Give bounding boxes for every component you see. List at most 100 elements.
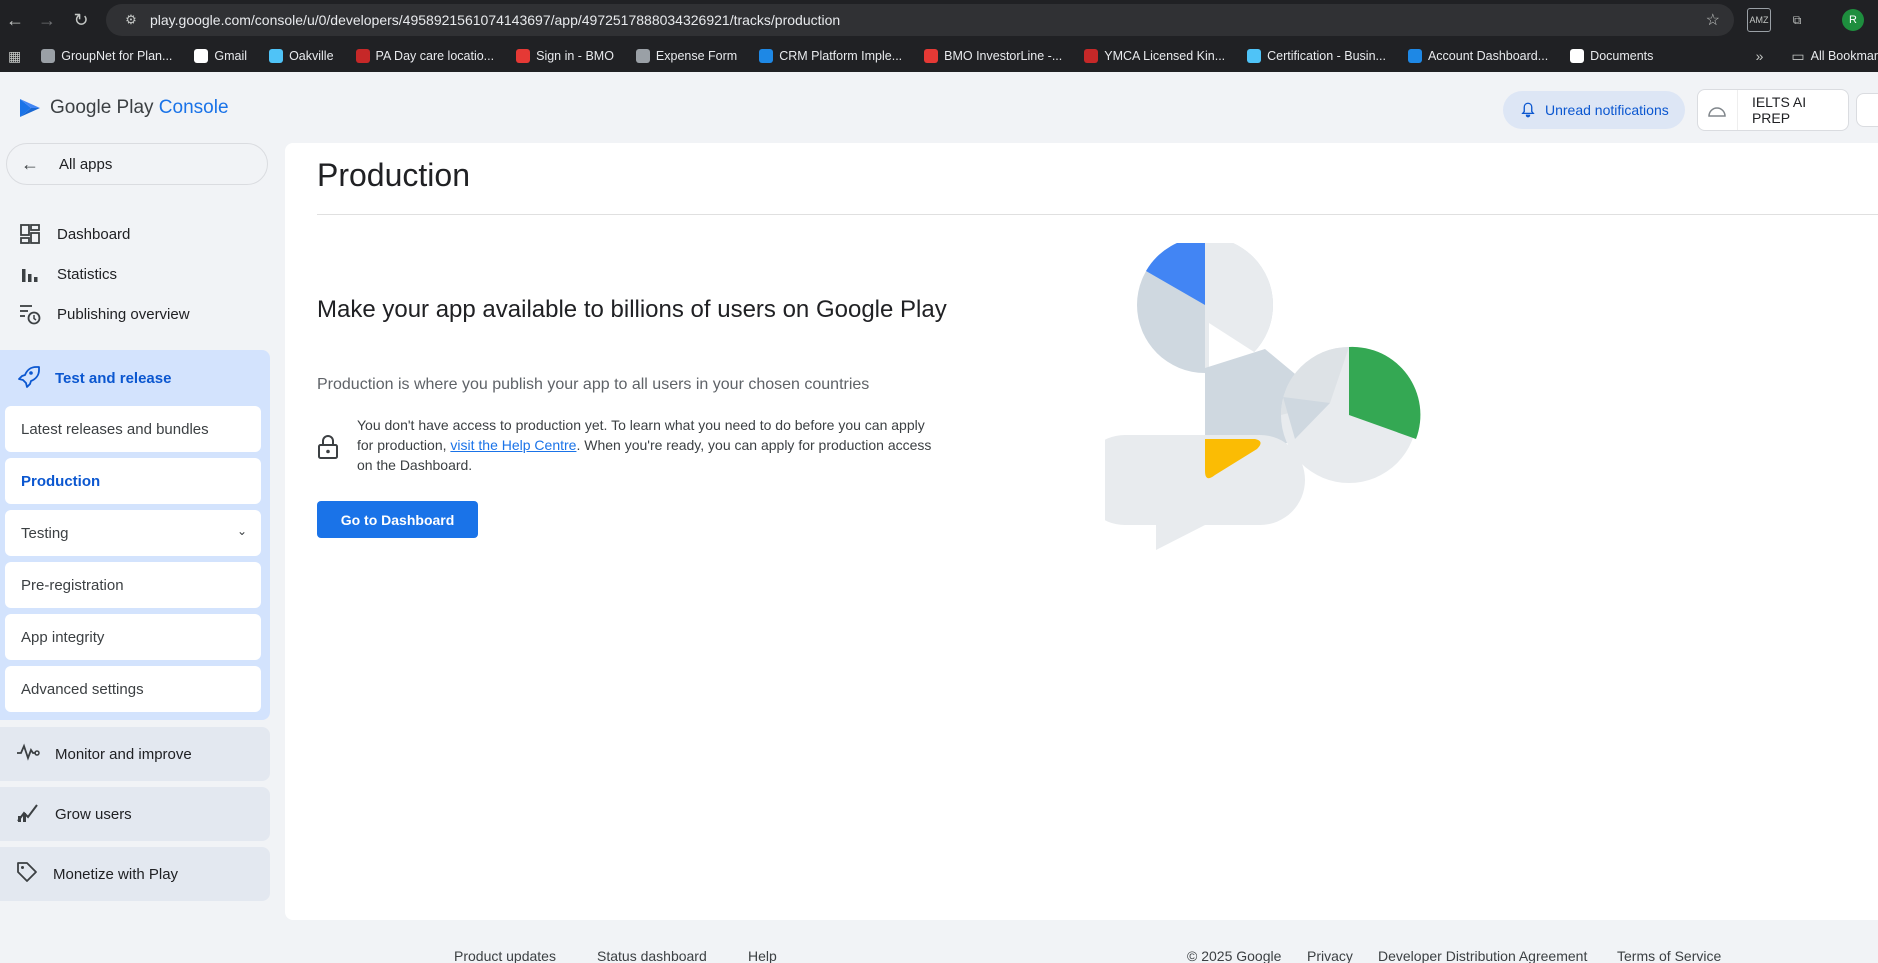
bookmark-item[interactable]: BMO InvestorLine -... [924, 49, 1062, 63]
bookmarks-bar: ▦ GroupNet for Plan... Gmail Oakville PA Da… [0, 40, 1878, 72]
bookmark-item[interactable]: CRM Platform Imple... [759, 49, 902, 63]
bookmark-label: YMCA Licensed Kin... [1104, 49, 1226, 63]
extensions-icon[interactable]: ⧉ [1785, 8, 1809, 32]
console-header: Google Play Console Unread notifications… [0, 72, 1878, 144]
sidebar-item-monetize-with-play[interactable]: Monetize with Play [0, 847, 270, 901]
bookmark-label: CRM Platform Imple... [779, 49, 903, 63]
footer-terms-of-service[interactable]: Terms of Service [1617, 948, 1721, 963]
help-centre-link[interactable]: visit the Help Centre [450, 437, 576, 453]
bookmark-favicon-icon [41, 49, 56, 63]
sidebar-item-advanced-settings[interactable]: Advanced settings [5, 666, 261, 712]
bookmark-favicon-icon [759, 49, 774, 63]
bookmark-label: Expense Form [655, 49, 738, 63]
sidebar-item-grow-users[interactable]: Grow users [0, 787, 270, 841]
play-console-logo-icon [20, 99, 40, 117]
bookmark-label: PA Day care locatio... [375, 49, 495, 63]
bell-icon [1521, 102, 1535, 118]
sidebar-item-statistics[interactable]: Statistics [0, 254, 270, 294]
arrow-back-icon: ← [21, 153, 39, 174]
unread-notifications-button[interactable]: Unread notifications [1503, 91, 1685, 129]
bookmark-favicon-icon [1407, 49, 1422, 63]
sidebar-item-monitor-and-improve[interactable]: Monitor and improve [0, 727, 270, 781]
chevron-down-icon[interactable]: ⌄ [237, 524, 247, 538]
bookmark-item[interactable]: GroupNet for Plan... [41, 49, 172, 63]
footer-product-updates[interactable]: Product updates [454, 948, 556, 963]
apps-grid-icon[interactable]: ▦ [8, 48, 21, 65]
page-title: Production [317, 157, 470, 193]
rocket-icon [16, 364, 40, 393]
footer-status-dashboard[interactable]: Status dashboard [597, 948, 707, 963]
production-description: Production is where you publish your app… [317, 376, 870, 393]
dashboard-icon [18, 222, 42, 246]
sidebar-item-label: Publishing overview [57, 305, 190, 323]
sidebar-item-label: Statistics [57, 265, 118, 283]
bookmark-item[interactable]: Sign in - BMO [516, 49, 614, 63]
sidebar-item-latest-releases[interactable]: Latest releases and bundles [5, 406, 261, 452]
browser-toolbar: ← → ↻ ⚙ play.google.com/console/u/0/deve… [0, 0, 1878, 40]
sidebar-item-pre-registration[interactable]: Pre-registration [5, 562, 261, 608]
bookmark-label: BMO InvestorLine -... [944, 49, 1063, 63]
bookmark-label: Oakville [289, 49, 334, 63]
android-icon [1698, 90, 1738, 130]
bookmark-label: Account Dashboard... [1427, 49, 1549, 63]
sidebar-item-testing[interactable]: Testing ⌄ [5, 510, 261, 556]
back-icon[interactable]: ← [0, 5, 30, 35]
main-content: Production Make your app available to bi… [285, 143, 1878, 920]
overflow-button[interactable] [1856, 93, 1878, 127]
bookmark-favicon-icon [355, 49, 370, 63]
bookmark-favicon-icon [194, 49, 209, 63]
bar-chart-icon [18, 262, 42, 286]
url-text[interactable]: play.google.com/console/u/0/developers/4… [150, 12, 840, 28]
notifications-label: Unread notifications [1545, 102, 1669, 118]
amz-extension-icon[interactable]: AMZ [1747, 8, 1771, 32]
sidebar-item-publishing-overview[interactable]: Publishing overview [0, 294, 270, 334]
bookmark-favicon-icon [1247, 49, 1262, 63]
more-bookmarks-icon[interactable]: » [1756, 48, 1764, 64]
lock-icon [318, 435, 338, 459]
footer-help[interactable]: Help [748, 948, 777, 963]
app-selector[interactable]: IELTS AI PREP [1697, 89, 1849, 131]
bookmark-label: Sign in - BMO [536, 49, 614, 63]
bookmark-item[interactable]: Gmail [194, 49, 247, 63]
profile-avatar[interactable]: R [1842, 9, 1864, 31]
test-and-release-label: Test and release [55, 369, 172, 387]
sidebar-item-label: Testing [21, 524, 69, 542]
bookmark-item[interactable]: Documents [1570, 49, 1653, 63]
all-bookmarks[interactable]: All Bookmar [1811, 49, 1878, 63]
forward-icon[interactable]: → [32, 5, 62, 35]
sidebar-item-app-integrity[interactable]: App integrity [5, 614, 261, 660]
bookmark-label: Gmail [214, 49, 248, 63]
bookmark-favicon-icon [635, 49, 650, 63]
address-bar[interactable]: ⚙ play.google.com/console/u/0/developers… [106, 4, 1734, 36]
sidebar-item-label: Monetize with Play [53, 865, 179, 883]
site-info-icon[interactable]: ⚙ [116, 12, 146, 28]
footer-privacy[interactable]: Privacy [1307, 948, 1353, 963]
bookmark-item[interactable]: Account Dashboard... [1407, 49, 1549, 63]
footer-distribution-agreement[interactable]: Developer Distribution Agreement [1378, 948, 1587, 963]
bookmark-star-icon[interactable]: ☆ [1706, 10, 1720, 30]
bookmark-item[interactable]: Certification - Busin... [1247, 49, 1386, 63]
sidebar-item-dashboard[interactable]: Dashboard [0, 214, 270, 254]
bookmark-item[interactable]: Expense Form [635, 49, 738, 63]
bookmark-item[interactable]: PA Day care locatio... [355, 49, 495, 63]
play-console-logo[interactable]: Google Play Console [18, 96, 229, 120]
sidebar-item-production[interactable]: Production [5, 458, 261, 504]
bookmark-label: Documents [1590, 49, 1654, 63]
folder-icon: ▭ [1791, 47, 1805, 64]
grow-users-icon [16, 801, 40, 828]
app-name: IELTS AI PREP [1751, 94, 1807, 126]
bookmark-item[interactable]: YMCA Licensed Kin... [1084, 49, 1225, 63]
production-illustration [1105, 243, 1421, 550]
logo-text: Google Play [50, 97, 154, 118]
reload-icon[interactable]: ↻ [66, 5, 96, 35]
bookmark-item[interactable]: Oakville [269, 49, 334, 63]
sidebar-item-label: Monitor and improve [55, 745, 192, 763]
sidebar-item-test-and-release[interactable]: Test and release [0, 350, 270, 406]
bookmark-label: GroupNet for Plan... [61, 49, 173, 63]
go-to-dashboard-button[interactable]: Go to Dashboard [317, 501, 478, 538]
test-and-release-section: Test and release Latest releases and bun… [0, 350, 270, 720]
vitals-icon [16, 742, 40, 767]
bookmark-favicon-icon [924, 49, 939, 63]
all-apps-button[interactable]: ← All apps [6, 143, 268, 185]
production-headline: Make your app available to billions of u… [317, 296, 947, 323]
